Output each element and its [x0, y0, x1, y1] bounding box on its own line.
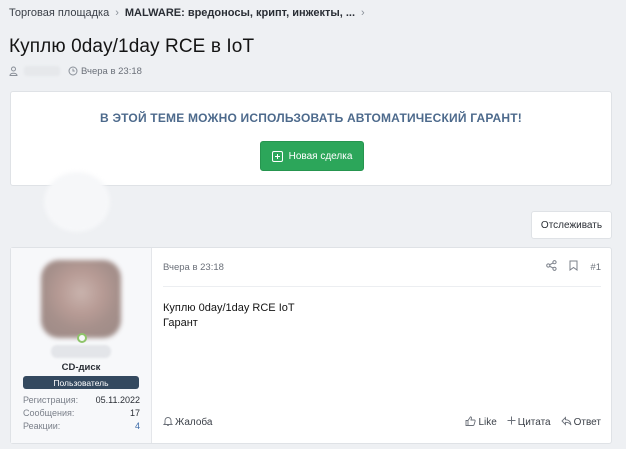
report-button[interactable]: Жалоба [162, 416, 213, 429]
clock-icon [68, 66, 78, 76]
share-icon[interactable] [546, 260, 558, 274]
post-number[interactable]: #1 [590, 262, 601, 273]
guarantee-notice: В ЭТОЙ ТЕМЕ МОЖНО ИСПОЛЬЗОВАТЬ АВТОМАТИЧ… [10, 91, 612, 186]
page-title: Куплю 0day/1day RCE в IoT [9, 36, 255, 57]
stat-value-link[interactable]: 4 [135, 420, 140, 433]
stat-value: 05.11.2022 [95, 395, 140, 405]
breadcrumb-separator: › [115, 7, 119, 19]
bell-icon [162, 416, 174, 429]
stat-value: 17 [129, 408, 140, 418]
breadcrumb-item-marketplace[interactable]: Торговая площадка [9, 7, 109, 19]
new-deal-button[interactable]: Новая сделка [260, 141, 364, 171]
breadcrumb-item-malware[interactable]: MALWARE: вредоносы, крипт, инжекты, ... [125, 7, 355, 19]
stat-row-reactions: Реакции: 4 [23, 420, 140, 433]
username-redacted[interactable] [51, 345, 111, 358]
post-user-info: CD-диск Пользователь Регистрация: 05.11.… [11, 248, 152, 443]
new-deal-label: Новая сделка [288, 150, 353, 162]
post-message: Вчера в 23:18 #1 Куплю 0day/1day RCE IoT… [162, 248, 611, 443]
report-label: Жалоба [175, 416, 213, 428]
post-body-line: Куплю 0day/1day RCE IoT [163, 302, 295, 314]
thread-meta: Вчера в 23:18 [9, 64, 142, 78]
avatar[interactable] [41, 260, 121, 338]
reply-button[interactable]: Ответ [560, 415, 601, 429]
breadcrumb-separator: › [361, 7, 365, 19]
breadcrumb: Торговая площадка › MALWARE: вредоносы, … [9, 6, 371, 20]
post-top-actions: #1 [546, 260, 601, 274]
post: CD-диск Пользователь Регистрация: 05.11.… [10, 247, 612, 444]
thumbs-up-icon [465, 415, 477, 429]
role-badge: Пользователь [23, 376, 139, 389]
decorative-blur [44, 172, 110, 232]
thread-date[interactable]: Вчера в 23:18 [81, 66, 142, 77]
stat-label: Сообщения: [23, 408, 75, 418]
online-status-indicator [77, 333, 87, 343]
plus-square-icon [271, 150, 283, 162]
reply-label: Ответ [573, 416, 601, 428]
stat-label: Реакции: [23, 421, 61, 431]
plus-icon [507, 416, 516, 428]
reply-icon [560, 415, 572, 429]
watch-button[interactable]: Отслеживать [531, 211, 612, 239]
post-date[interactable]: Вчера в 23:18 [163, 262, 224, 273]
post-footer: Жалоба Like Цитата Ответ [162, 415, 601, 429]
like-label: Like [478, 416, 497, 428]
post-body-line: Гарант [163, 317, 198, 329]
guarantee-notice-text: В ЭТОЙ ТЕМЕ МОЖНО ИСПОЛЬЗОВАТЬ АВТОМАТИЧ… [100, 111, 522, 125]
user-title: CD-диск [61, 362, 101, 373]
stat-label: Регистрация: [23, 395, 79, 405]
author-name-redacted[interactable] [24, 66, 60, 76]
stat-row-registration: Регистрация: 05.11.2022 [23, 394, 140, 407]
like-button[interactable]: Like [465, 415, 497, 429]
post-reactions: Like Цитата Ответ [465, 415, 601, 429]
quote-label: Цитата [517, 416, 551, 428]
stat-row-messages: Сообщения: 17 [23, 407, 140, 420]
post-body: Куплю 0day/1day RCE IoT Гарант [163, 301, 295, 331]
quote-button[interactable]: Цитата [507, 416, 551, 428]
divider [163, 286, 601, 287]
user-icon [9, 66, 18, 76]
bookmark-icon[interactable] [569, 260, 578, 274]
user-stats: Регистрация: 05.11.2022 Сообщения: 17 Ре… [23, 394, 140, 433]
